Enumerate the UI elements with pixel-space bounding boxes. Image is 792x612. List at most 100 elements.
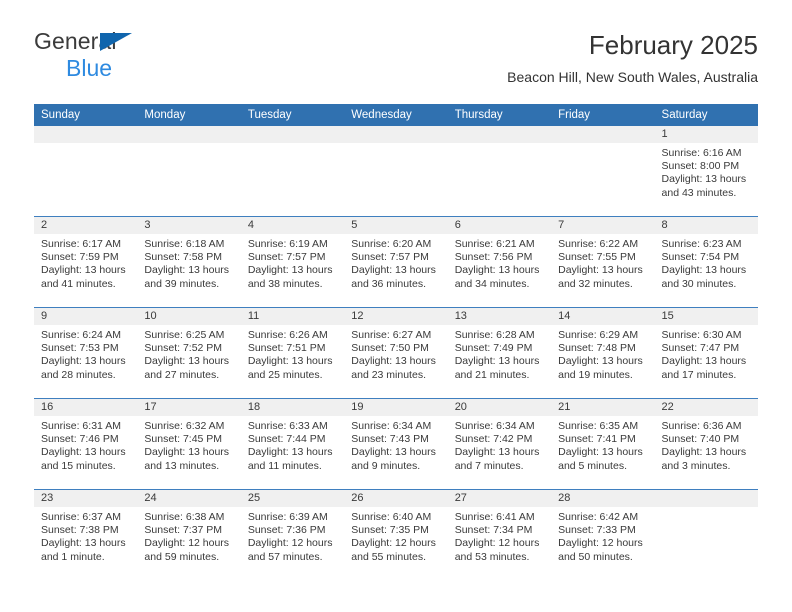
day-details: Sunrise: 6:22 AM Sunset: 7:55 PM Dayligh… — [551, 234, 654, 291]
day-cell-2[interactable]: 2 Sunrise: 6:17 AM Sunset: 7:59 PM Dayli… — [34, 216, 138, 308]
general-blue-logo: General Blue — [34, 30, 294, 86]
day-cell-22[interactable]: 22 Sunrise: 6:36 AM Sunset: 7:40 PM Dayl… — [654, 398, 758, 490]
daylight-text-line2: and 53 minutes. — [454, 550, 530, 563]
day-number: 22 — [654, 399, 758, 416]
day-details: Sunrise: 6:38 AM Sunset: 7:37 PM Dayligh… — [137, 507, 240, 564]
page-header: General Blue February 2025 Beacon Hill, … — [34, 30, 758, 100]
daylight-text-line2: and 3 minutes. — [661, 459, 731, 472]
sunrise-text: Sunrise: 6:21 AM — [454, 238, 535, 250]
daylight-text-line2: and 17 minutes. — [661, 368, 737, 381]
sunrise-text: Sunrise: 6:37 AM — [41, 511, 121, 523]
sunrise-sunset-calendar-table: Sunday Monday Tuesday Wednesday Thursday… — [34, 104, 758, 580]
daylight-text-line2: and 50 minutes. — [558, 550, 633, 563]
day-details: Sunrise: 6:33 AM Sunset: 7:44 PM Dayligh… — [241, 416, 344, 473]
daylight-text-line1: Daylight: 13 hours — [558, 446, 643, 459]
daylight-text-line1: Daylight: 13 hours — [144, 264, 230, 277]
day-cell-12[interactable]: 12 Sunrise: 6:27 AM Sunset: 7:50 PM Dayl… — [344, 307, 448, 399]
day-cell-17[interactable]: 17 Sunrise: 6:32 AM Sunset: 7:45 PM Dayl… — [137, 398, 241, 490]
day-cell-8[interactable]: 8 Sunrise: 6:23 AM Sunset: 7:54 PM Dayli… — [654, 216, 758, 308]
day-number: 20 — [447, 399, 552, 416]
daylight-text-line2: and 39 minutes. — [144, 277, 220, 290]
day-number: 2 — [34, 217, 138, 234]
daylight-text-line1: Daylight: 12 hours — [144, 537, 230, 550]
day-number: 26 — [344, 490, 448, 507]
day-cell-25[interactable]: 25 Sunrise: 6:39 AM Sunset: 7:36 PM Dayl… — [240, 489, 345, 580]
sunset-text: Sunset: 7:44 PM — [247, 433, 326, 446]
day-details: Sunrise: 6:21 AM Sunset: 7:56 PM Dayligh… — [448, 234, 551, 291]
sunrise-text: Sunrise: 6:33 AM — [247, 420, 328, 432]
daylight-text-line1: Daylight: 13 hours — [351, 446, 436, 459]
sunrise-text: Sunrise: 6:18 AM — [144, 238, 225, 250]
day-cell-13[interactable]: 13 Sunrise: 6:28 AM Sunset: 7:49 PM Dayl… — [447, 307, 552, 399]
weekday-header-friday: Friday — [551, 104, 655, 126]
sunset-text: Sunset: 7:45 PM — [144, 433, 223, 446]
day-cell-10[interactable]: 10 Sunrise: 6:25 AM Sunset: 7:52 PM Dayl… — [137, 307, 241, 399]
sunrise-text: Sunrise: 6:19 AM — [247, 238, 328, 250]
sunset-text: Sunset: 7:53 PM — [41, 342, 119, 355]
daylight-text-line2: and 23 minutes. — [351, 368, 426, 381]
day-details: Sunrise: 6:16 AM Sunset: 8:00 PM Dayligh… — [655, 143, 758, 200]
daylight-text-line1: Daylight: 13 hours — [351, 355, 436, 368]
daylight-text-line2: and 25 minutes. — [247, 368, 323, 381]
sunrise-text: Sunrise: 6:32 AM — [144, 420, 225, 432]
day-cell-15[interactable]: 15 Sunrise: 6:30 AM Sunset: 7:47 PM Dayl… — [654, 307, 758, 399]
sunset-text: Sunset: 7:35 PM — [351, 524, 429, 537]
day-details: Sunrise: 6:20 AM Sunset: 7:57 PM Dayligh… — [344, 234, 447, 291]
daylight-text-line2: and 57 minutes. — [247, 550, 323, 563]
day-cell-11[interactable]: 11 Sunrise: 6:26 AM Sunset: 7:51 PM Dayl… — [240, 307, 345, 399]
day-cell-16[interactable]: 16 Sunrise: 6:31 AM Sunset: 7:46 PM Dayl… — [34, 398, 138, 490]
daylight-text-line1: Daylight: 13 hours — [41, 264, 126, 277]
day-cell-26[interactable]: 26 Sunrise: 6:40 AM Sunset: 7:35 PM Dayl… — [344, 489, 448, 580]
day-cell-28[interactable]: 28 Sunrise: 6:42 AM Sunset: 7:33 PM Dayl… — [551, 489, 655, 580]
day-cell-3[interactable]: 3 Sunrise: 6:18 AM Sunset: 7:58 PM Dayli… — [137, 216, 241, 308]
day-cell-19[interactable]: 19 Sunrise: 6:34 AM Sunset: 7:43 PM Dayl… — [344, 398, 448, 490]
day-cell-6[interactable]: 6 Sunrise: 6:21 AM Sunset: 7:56 PM Dayli… — [447, 216, 552, 308]
day-number: 19 — [344, 399, 448, 416]
daylight-text-line1: Daylight: 13 hours — [454, 264, 540, 277]
sunrise-text: Sunrise: 6:29 AM — [558, 329, 639, 341]
day-details: Sunrise: 6:32 AM Sunset: 7:45 PM Dayligh… — [137, 416, 240, 473]
sunrise-text: Sunrise: 6:25 AM — [144, 329, 225, 341]
day-cell-21[interactable]: 21 Sunrise: 6:35 AM Sunset: 7:41 PM Dayl… — [551, 398, 655, 490]
day-details: Sunrise: 6:29 AM Sunset: 7:48 PM Dayligh… — [551, 325, 654, 382]
sunrise-text: Sunrise: 6:30 AM — [661, 329, 742, 341]
day-details: Sunrise: 6:35 AM Sunset: 7:41 PM Dayligh… — [551, 416, 654, 473]
day-number: 24 — [137, 490, 241, 507]
day-number: 4 — [240, 217, 345, 234]
day-cell-1[interactable]: 1 Sunrise: 6:16 AM Sunset: 8:00 PM Dayli… — [654, 126, 758, 217]
day-details: Sunrise: 6:39 AM Sunset: 7:36 PM Dayligh… — [241, 507, 344, 564]
day-cell-9[interactable]: 9 Sunrise: 6:24 AM Sunset: 7:53 PM Dayli… — [34, 307, 138, 399]
week-row: 23 Sunrise: 6:37 AM Sunset: 7:38 PM Dayl… — [34, 489, 758, 580]
weekday-header-wednesday: Wednesday — [344, 104, 448, 126]
daylight-text-line1: Daylight: 12 hours — [454, 537, 540, 550]
day-cell-27[interactable]: 27 Sunrise: 6:41 AM Sunset: 7:34 PM Dayl… — [447, 489, 552, 580]
weekday-header-sunday: Sunday — [34, 104, 138, 126]
day-cell-14[interactable]: 14 Sunrise: 6:29 AM Sunset: 7:48 PM Dayl… — [551, 307, 655, 399]
day-cell-24[interactable]: 24 Sunrise: 6:38 AM Sunset: 7:37 PM Dayl… — [137, 489, 241, 580]
day-details: Sunrise: 6:27 AM Sunset: 7:50 PM Dayligh… — [344, 325, 447, 382]
day-number: 21 — [551, 399, 655, 416]
daylight-text-line1: Daylight: 12 hours — [247, 537, 333, 550]
day-details: Sunrise: 6:17 AM Sunset: 7:59 PM Dayligh… — [34, 234, 137, 291]
daylight-text-line1: Daylight: 13 hours — [661, 446, 747, 459]
calendar-page: General Blue February 2025 Beacon Hill, … — [0, 0, 792, 612]
day-details: Sunrise: 6:41 AM Sunset: 7:34 PM Dayligh… — [448, 507, 551, 564]
sunset-text: Sunset: 7:56 PM — [454, 251, 533, 264]
day-cell-20[interactable]: 20 Sunrise: 6:34 AM Sunset: 7:42 PM Dayl… — [447, 398, 552, 490]
day-cell-23[interactable]: 23 Sunrise: 6:37 AM Sunset: 7:38 PM Dayl… — [34, 489, 138, 580]
day-details: Sunrise: 6:25 AM Sunset: 7:52 PM Dayligh… — [137, 325, 240, 382]
day-number: 23 — [34, 490, 138, 507]
day-cell-7[interactable]: 7 Sunrise: 6:22 AM Sunset: 7:55 PM Dayli… — [551, 216, 655, 308]
day-cell-empty — [447, 126, 552, 217]
sunrise-text: Sunrise: 6:22 AM — [558, 238, 639, 250]
day-cell-5[interactable]: 5 Sunrise: 6:20 AM Sunset: 7:57 PM Dayli… — [344, 216, 448, 308]
sunset-text: Sunset: 7:57 PM — [351, 251, 429, 264]
day-cell-4[interactable]: 4 Sunrise: 6:19 AM Sunset: 7:57 PM Dayli… — [240, 216, 345, 308]
sunset-text: Sunset: 7:43 PM — [351, 433, 429, 446]
day-number: 25 — [240, 490, 345, 507]
daylight-text-line1: Daylight: 13 hours — [41, 355, 126, 368]
day-number: 6 — [447, 217, 552, 234]
day-number — [551, 126, 655, 143]
day-cell-18[interactable]: 18 Sunrise: 6:33 AM Sunset: 7:44 PM Dayl… — [240, 398, 345, 490]
sunset-text: Sunset: 7:57 PM — [247, 251, 326, 264]
